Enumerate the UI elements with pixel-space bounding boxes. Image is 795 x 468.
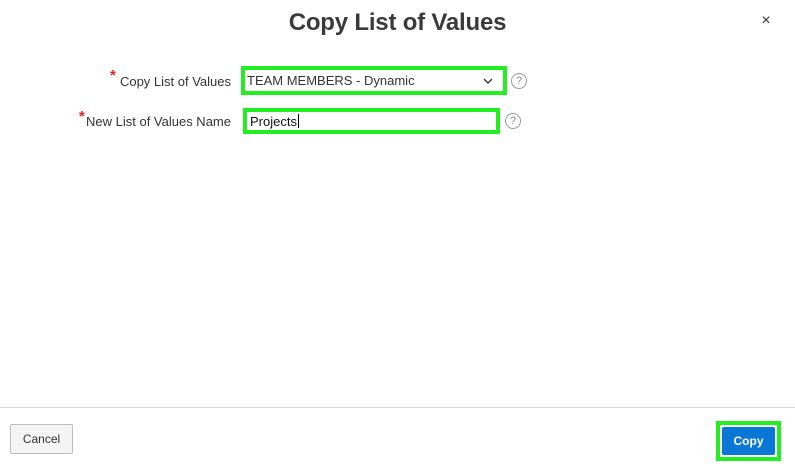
help-icon[interactable]: ? [511, 73, 527, 89]
required-marker: * [79, 108, 85, 125]
dialog-footer: Cancel Copy [0, 407, 795, 468]
help-icon[interactable]: ? [505, 113, 521, 129]
new-lov-name-label: New List of Values Name [86, 114, 231, 129]
copy-button-highlight: Copy [716, 421, 781, 461]
new-lov-name-value: Projects [250, 113, 297, 129]
copy-lov-select[interactable]: TEAM MEMBERS - Dynamic [241, 66, 507, 95]
dialog-title: Copy List of Values [288, 9, 507, 36]
cancel-button[interactable]: Cancel [10, 424, 73, 454]
copy-lov-label: Copy List of Values [119, 74, 231, 89]
close-icon[interactable]: × [757, 12, 775, 30]
required-marker: * [110, 67, 116, 84]
copy-lov-selected-value: TEAM MEMBERS - Dynamic [247, 73, 415, 88]
copy-button[interactable]: Copy [722, 427, 775, 455]
copy-lov-dialog: Copy List of Values × * Copy List of Val… [0, 0, 795, 468]
chevron-down-icon [483, 78, 493, 84]
new-lov-name-input[interactable]: Projects [243, 108, 500, 134]
text-caret [297, 114, 299, 128]
